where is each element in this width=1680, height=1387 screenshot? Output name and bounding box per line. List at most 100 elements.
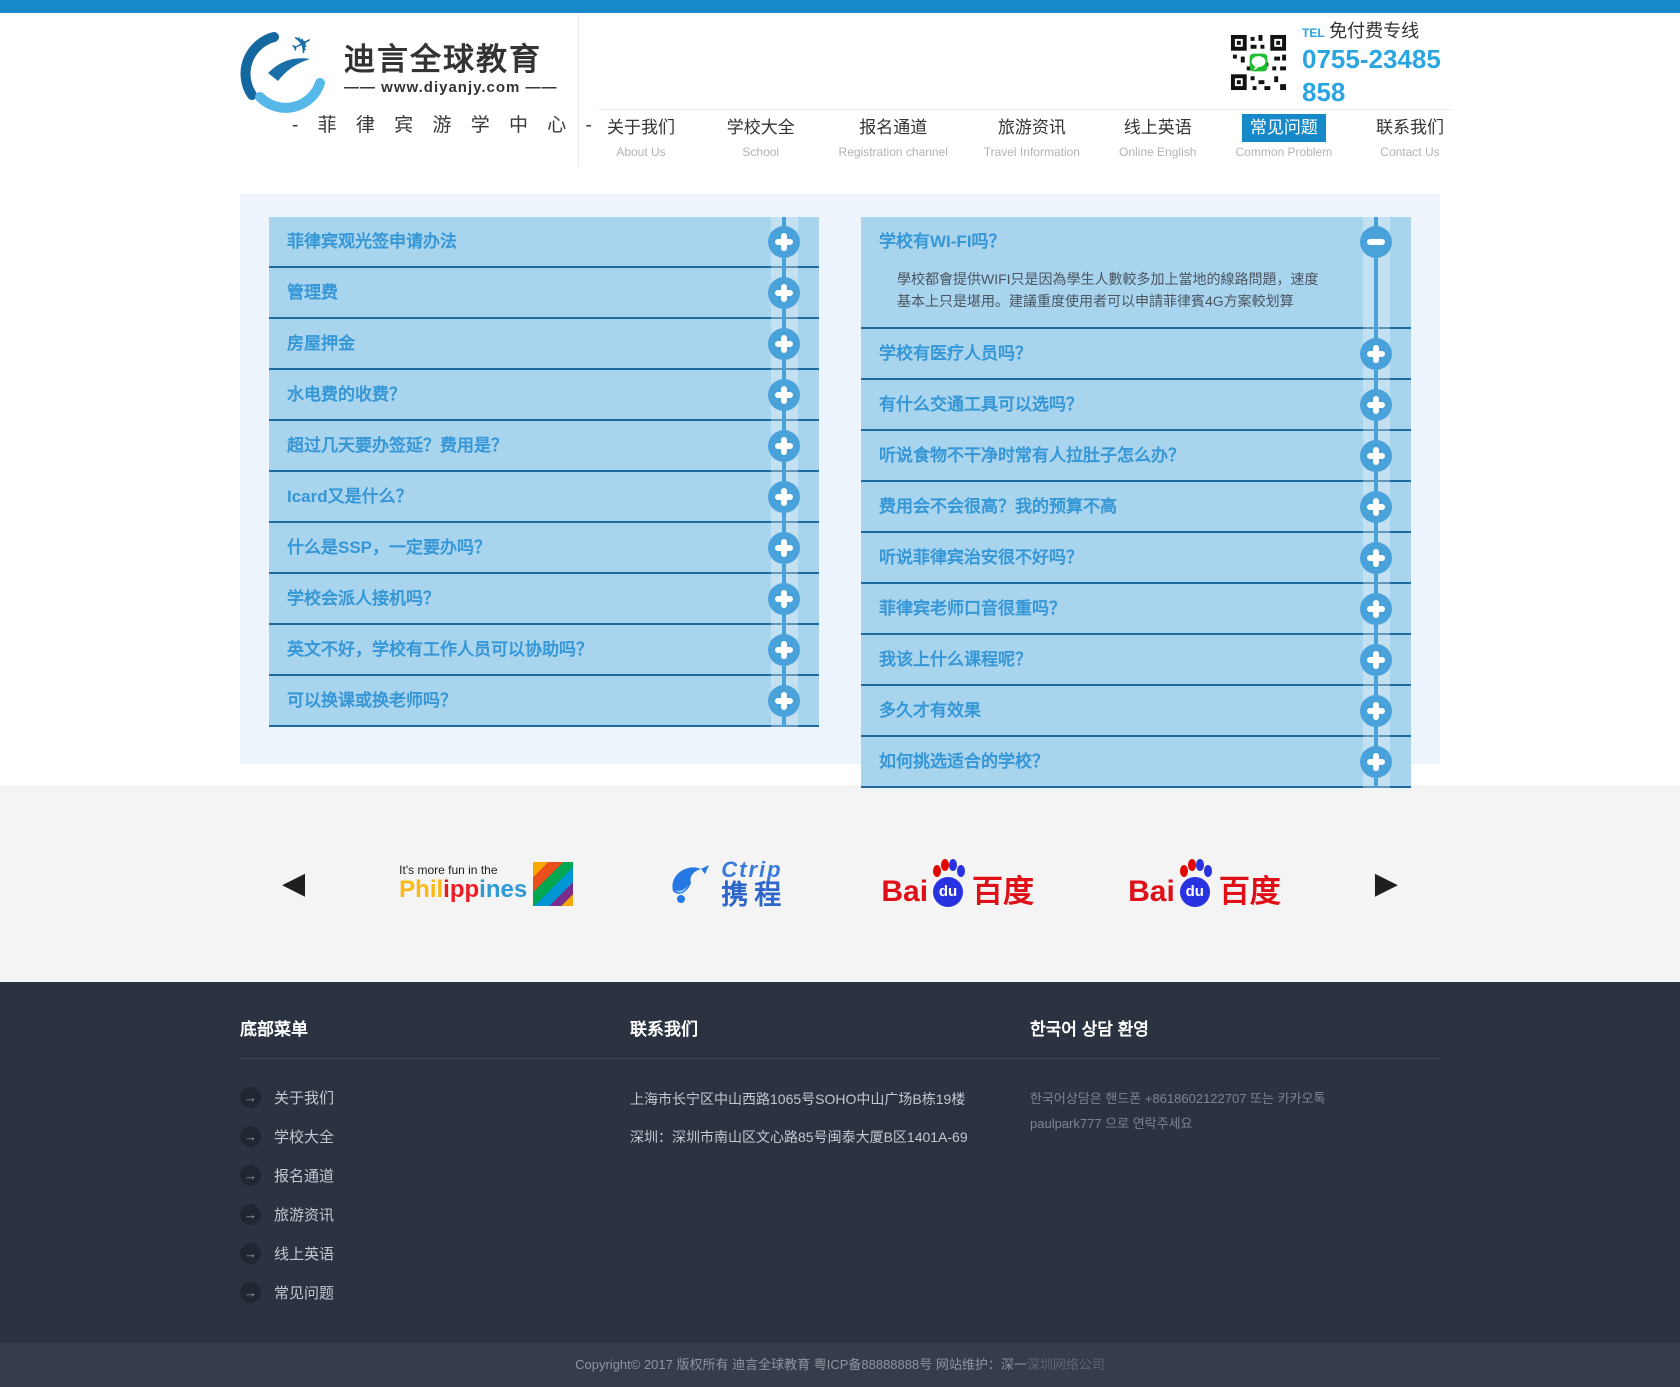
expand-plus-icon[interactable]: [1360, 542, 1392, 574]
nav-item-travel-info[interactable]: 旅游资讯 Travel Information: [984, 114, 1080, 159]
brand-subtitle: - 菲 律 宾 游 学 中 心 -: [292, 110, 599, 137]
footer-link-travel[interactable]: → 旅游资讯: [240, 1204, 630, 1225]
faq-row[interactable]: Icard又是什么？: [269, 472, 819, 523]
faq-row[interactable]: 超过几天要办签延？费用是？: [269, 421, 819, 472]
nav-item-online-english[interactable]: 线上英语 Online English: [1116, 114, 1200, 159]
arrow-circle-icon: →: [240, 1282, 261, 1303]
nav-label-cn: 旅游资讯: [990, 114, 1074, 142]
faq-row[interactable]: 可以换课或换老师吗？: [269, 676, 819, 727]
expand-plus-icon[interactable]: [1360, 389, 1392, 421]
expand-plus-icon[interactable]: [768, 685, 800, 717]
footer-contact-title: 联系我们: [630, 1015, 1030, 1059]
footer-korean-title: 한국어 상담 환영: [1030, 1015, 1440, 1059]
expand-plus-icon[interactable]: [1360, 644, 1392, 676]
expand-plus-icon[interactable]: [768, 226, 800, 258]
philippines-tagline: It's more fun in the: [399, 863, 527, 877]
expand-plus-icon[interactable]: [768, 328, 800, 360]
nav-label-en: About Us: [599, 145, 683, 159]
footer-link-about[interactable]: → 关于我们: [240, 1087, 630, 1108]
partner-logo-philippines[interactable]: It's more fun in the Philippines: [399, 862, 573, 906]
footer-korean-column: 한국어 상담 환영 한국어상담은 핸드폰 +8618602122707 또는 카…: [1030, 1015, 1440, 1321]
faq-row[interactable]: 什么是SSP，一定要办吗？: [269, 523, 819, 574]
faq-question: 如何挑选适合的学校？: [861, 737, 1411, 786]
footer-link-registration[interactable]: → 报名通道: [240, 1165, 630, 1186]
brand-title: 迪言全球教育: [344, 43, 599, 77]
arrow-circle-icon: →: [240, 1165, 261, 1186]
nav-item-about-us[interactable]: 关于我们 About Us: [599, 114, 683, 159]
partner-logo-baidu[interactable]: Bai du 百度: [881, 861, 1034, 907]
nav-item-contact-us[interactable]: 联系我们 Contact Us: [1368, 114, 1452, 159]
expand-plus-icon[interactable]: [768, 277, 800, 309]
faq-panel-left: 菲律宾观光签申请办法 管理费 房屋押金 水电费的收费？ 超过几天要办签延？费用是…: [269, 217, 819, 727]
faq-row[interactable]: 英文不好，学校有工作人员可以协助吗？: [269, 625, 819, 676]
expand-plus-icon[interactable]: [1360, 440, 1392, 472]
copyright-text: Copyright© 2017 版权所有 迪言全球教育 粤ICP备8888888…: [575, 1357, 1027, 1372]
nav-item-registration[interactable]: 报名通道 Registration channel: [839, 114, 948, 159]
faq-panel-right: 学校有WI-FI吗？ 學校都會提供WIFI只是因為學生人數較多加上當地的線路問題…: [861, 217, 1411, 788]
faq-row[interactable]: 听说食物不干净时常有人拉肚子怎么办？: [861, 431, 1411, 482]
expand-plus-icon[interactable]: [1360, 338, 1392, 370]
nav-label-cn: 联系我们: [1368, 114, 1452, 142]
partners-carousel: ◀ It's more fun in the Philippines Ctrip: [0, 785, 1680, 982]
expand-plus-icon[interactable]: [768, 379, 800, 411]
faq-question: 菲律宾老师口音很重吗？: [861, 584, 1411, 633]
footer-contact-column: 联系我们 上海市长宁区中山西路1065号SOHO中山广场B栋19楼 深圳：深圳市…: [630, 1015, 1030, 1321]
baidu-cn-wordmark: 百度: [972, 876, 1034, 907]
expand-plus-icon[interactable]: [768, 634, 800, 666]
faq-question: 管理费: [269, 268, 819, 317]
faq-row[interactable]: 房屋押金: [269, 319, 819, 370]
maintainer-company-link[interactable]: 深圳网络公司: [1027, 1357, 1105, 1372]
faq-row[interactable]: 多久才有效果: [861, 686, 1411, 737]
partner-logo-baidu-2[interactable]: Bai du 百度: [1128, 861, 1281, 907]
faq-row[interactable]: 管理费: [269, 268, 819, 319]
faq-row[interactable]: 我该上什么课程呢？: [861, 635, 1411, 686]
nav-label-en: Common Problem: [1236, 145, 1333, 159]
expand-plus-icon[interactable]: [768, 481, 800, 513]
faq-row[interactable]: 菲律宾观光签申请办法: [269, 217, 819, 268]
faq-row-expanded[interactable]: 学校有WI-FI吗？ 學校都會提供WIFI只是因為學生人數較多加上當地的線路問題…: [861, 217, 1411, 329]
expand-plus-icon[interactable]: [1360, 491, 1392, 523]
nav-item-school[interactable]: 学校大全 School: [719, 114, 803, 159]
faq-question: 房屋押金: [269, 319, 819, 368]
logo[interactable]: ✈ 迪言全球教育 —— www.diyanjy.com —— - 菲 律 宾 游…: [238, 25, 599, 137]
faq-row[interactable]: 菲律宾老师口音很重吗？: [861, 584, 1411, 635]
partner-logo-ctrip[interactable]: Ctrip 携程: [667, 858, 787, 909]
faq-row[interactable]: 费用会不会很高？我的预算不高: [861, 482, 1411, 533]
faq-question: 听说食物不干净时常有人拉肚子怎么办？: [861, 431, 1411, 480]
faq-row[interactable]: 学校有医疗人员吗？: [861, 329, 1411, 380]
korean-consult-text: 한국어상담은 핸드폰 +8618602122707 또는 카카오톡 paulpa…: [1030, 1087, 1440, 1136]
arrow-circle-icon: →: [240, 1126, 261, 1147]
faq-row[interactable]: 有什么交通工具可以选吗？: [861, 380, 1411, 431]
faq-question: 多久才有效果: [861, 686, 1411, 735]
footer-link-common-problem[interactable]: → 常见问题: [240, 1282, 630, 1303]
arrow-circle-icon: →: [240, 1204, 261, 1225]
faq-row[interactable]: 学校会派人接机吗？: [269, 574, 819, 625]
arrow-circle-icon: →: [240, 1243, 261, 1264]
nav-item-common-problem[interactable]: 常见问题 Common Problem: [1236, 114, 1333, 159]
faq-question: 可以换课或换老师吗？: [269, 676, 819, 725]
expand-plus-icon[interactable]: [1360, 695, 1392, 727]
faq-question: 水电费的收费？: [269, 370, 819, 419]
footer-link-school[interactable]: → 学校大全: [240, 1126, 630, 1147]
carousel-prev-icon[interactable]: ◀: [282, 869, 305, 899]
collapse-minus-icon[interactable]: [1360, 226, 1392, 258]
faq-row[interactable]: 听说菲律宾治安很不好吗？: [861, 533, 1411, 584]
faq-question: 我该上什么课程呢？: [861, 635, 1411, 684]
nav-label-en: Registration channel: [839, 145, 948, 159]
qr-code: [1229, 33, 1288, 92]
address-shenzhen: 深圳：深圳市南山区文心路85号闽泰大厦B区1401A-69: [630, 1127, 1030, 1147]
footer-link-online-english[interactable]: → 线上英语: [240, 1243, 630, 1264]
faq-row[interactable]: 水电费的收费？: [269, 370, 819, 421]
expand-plus-icon[interactable]: [1360, 746, 1392, 778]
expand-plus-icon[interactable]: [768, 430, 800, 462]
faq-row[interactable]: 如何挑选适合的学校？: [861, 737, 1411, 788]
carousel-next-icon[interactable]: ▶: [1375, 869, 1398, 899]
baidu-du-badge: du: [933, 877, 963, 907]
nav-label-cn: 学校大全: [719, 114, 803, 142]
expand-plus-icon[interactable]: [1360, 593, 1392, 625]
expand-plus-icon[interactable]: [768, 583, 800, 615]
expand-plus-icon[interactable]: [768, 532, 800, 564]
top-accent-bar: [0, 0, 1680, 13]
faq-question: 费用会不会很高？我的预算不高: [861, 482, 1411, 531]
nav-label-cn: 线上英语: [1116, 114, 1200, 142]
